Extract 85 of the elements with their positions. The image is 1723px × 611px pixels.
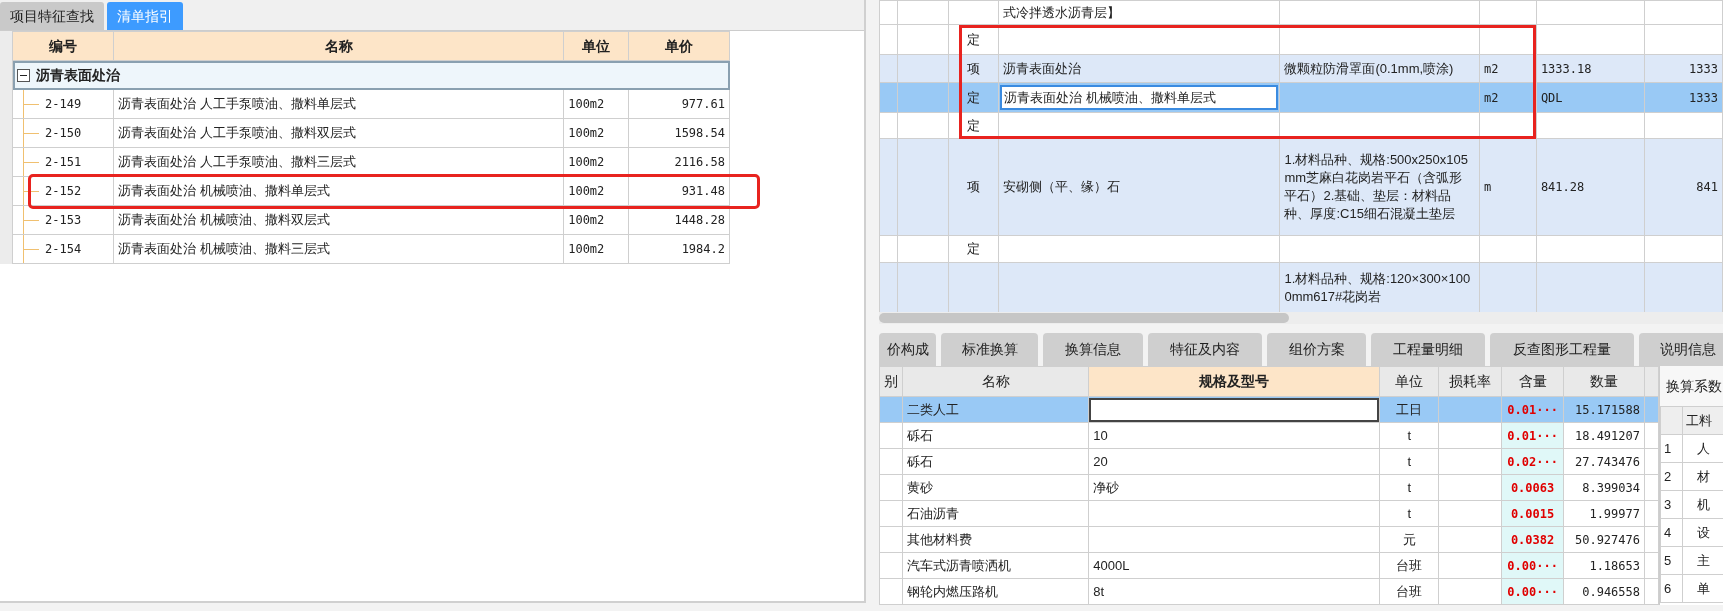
row-number: 4 (1660, 518, 1683, 547)
item-code: 2-149 (44, 97, 82, 112)
table-cell: 4000L (1088, 552, 1380, 579)
column-header: 单位 (1379, 366, 1439, 397)
horizontal-scrollbar[interactable] (879, 312, 1723, 324)
column-header: 规格及型号 (1088, 366, 1380, 397)
table-cell: 1984.2 (628, 234, 730, 264)
table-cell: 931.48 (628, 176, 730, 206)
detail-tab[interactable]: 组价方案 (1267, 333, 1366, 366)
table-cell: 1333 (1644, 54, 1723, 83)
table-cell: 977.61 (628, 89, 730, 119)
table-cell: 100m2 (563, 176, 629, 206)
spec-field[interactable] (1089, 397, 1379, 422)
detail-tab[interactable]: 说明信息 (1639, 333, 1723, 366)
table-cell: 1333 (1644, 82, 1723, 113)
table-cell: 8.399034 (1563, 474, 1645, 501)
row-number: 2 (1660, 462, 1683, 491)
detail-tab[interactable]: 特征及内容 (1148, 333, 1262, 366)
table-cell: 石油沥青 (902, 500, 1089, 527)
name-field[interactable]: 沥青表面处治 机械喷油、撒料单层式 (1000, 84, 1279, 111)
column-header: 别 (879, 366, 903, 397)
item-code: 2-150 (44, 126, 82, 141)
table-cell: 钢轮内燃压路机 (902, 578, 1089, 605)
column-header: 损耗率 (1438, 366, 1502, 397)
table-cell: 式冷拌透水沥青层】 (998, 0, 1280, 25)
table-cell: 100m2 (563, 89, 629, 119)
table-cell: 汽车式沥青喷洒机 (902, 552, 1089, 579)
table-cell: 其他材料费 (902, 526, 1089, 553)
table-cell: 砾石 (902, 448, 1089, 475)
table-cell: 50.927476 (1563, 526, 1645, 553)
detail-tab[interactable]: 价构成 (879, 333, 936, 366)
table-cell: QDL (1536, 82, 1645, 113)
table-cell: 砾石 (902, 422, 1089, 449)
detail-tab[interactable]: 工程量明细 (1371, 333, 1485, 366)
collapse-icon[interactable] (17, 68, 30, 82)
table-cell: 1.18653 (1563, 552, 1645, 579)
row-number: 6 (1660, 574, 1683, 603)
item-code: 2-153 (44, 213, 82, 228)
table-cell: 10 (1088, 422, 1380, 449)
row-number: 3 (1660, 490, 1683, 519)
table-cell: 8t (1088, 578, 1380, 605)
table-cell: 100m2 (563, 234, 629, 264)
table-cell: 1.99977 (1563, 500, 1645, 527)
table-cell: m (1479, 138, 1537, 236)
table-cell: 841.28 (1536, 138, 1645, 236)
column-header: 工料 (1682, 406, 1723, 435)
table-cell: 项 (948, 138, 999, 236)
table-cell: 沥青表面处治 人工手泵喷油、撒料单层式 (113, 89, 564, 119)
table-cell: 沥青表面处治 (998, 54, 1280, 83)
item-code: 2-152 (44, 184, 82, 199)
item-code: 2-154 (44, 242, 82, 257)
table-cell: 20 (1088, 448, 1380, 475)
row-number: 1 (1660, 434, 1683, 463)
table-cell: 安砌侧（平、缘）石 (998, 138, 1280, 236)
table-cell: 黄砂 (902, 474, 1089, 501)
panel-title: 换算系数 (1660, 366, 1723, 406)
row-number: 5 (1660, 546, 1683, 575)
column-header: 名称 (902, 366, 1089, 397)
table-cell: 0.946558 (1563, 578, 1645, 605)
table-cell: 27.743476 (1563, 448, 1645, 475)
table-cell: 1333.18 (1536, 54, 1645, 83)
item-code: 2-151 (44, 155, 82, 170)
column-header: 单价 (628, 31, 730, 61)
group-row[interactable]: 沥青表面处治 (12, 60, 730, 90)
table-cell: 1598.54 (628, 118, 730, 148)
panel-tab[interactable]: 项目特征查找 (0, 2, 104, 30)
table-cell: 100m2 (563, 118, 629, 148)
column-header: 数量 (1563, 366, 1645, 397)
table-cell: 841 (1644, 138, 1723, 236)
table-cell: 15.171588 (1563, 396, 1645, 423)
table-cell: 1.材料品种、规格:500x250x105mm芝麻白花岗岩平石（含弧形平石）2.基础、垫层：材料品种、厚度:C15细石混凝土垫层 (1279, 138, 1480, 236)
column-header: 编号 (12, 31, 114, 61)
column-header: 单位 (563, 31, 629, 61)
column-header: 名称 (113, 31, 564, 61)
detail-tab[interactable]: 反查图形工程量 (1490, 333, 1634, 366)
table-cell: 沥青表面处治 机械喷油、撒料三层式 (113, 234, 564, 264)
column-header: 含量 (1501, 366, 1564, 397)
table-cell: 沥青表面处治 人工手泵喷油、撒料双层式 (113, 118, 564, 148)
table-cell: 微颗粒防滑罩面(0.1mm,喷涂) (1279, 54, 1480, 83)
table-cell: 18.491207 (1563, 422, 1645, 449)
table-cell: 净砂 (1088, 474, 1380, 501)
detail-tab[interactable]: 标准换算 (941, 333, 1038, 366)
detail-tab[interactable]: 换算信息 (1043, 333, 1143, 366)
table-cell: 1.材料品种、规格:120×300×1000mm617#花岗岩 (1279, 262, 1480, 312)
table-cell: 二类人工 (902, 396, 1089, 423)
